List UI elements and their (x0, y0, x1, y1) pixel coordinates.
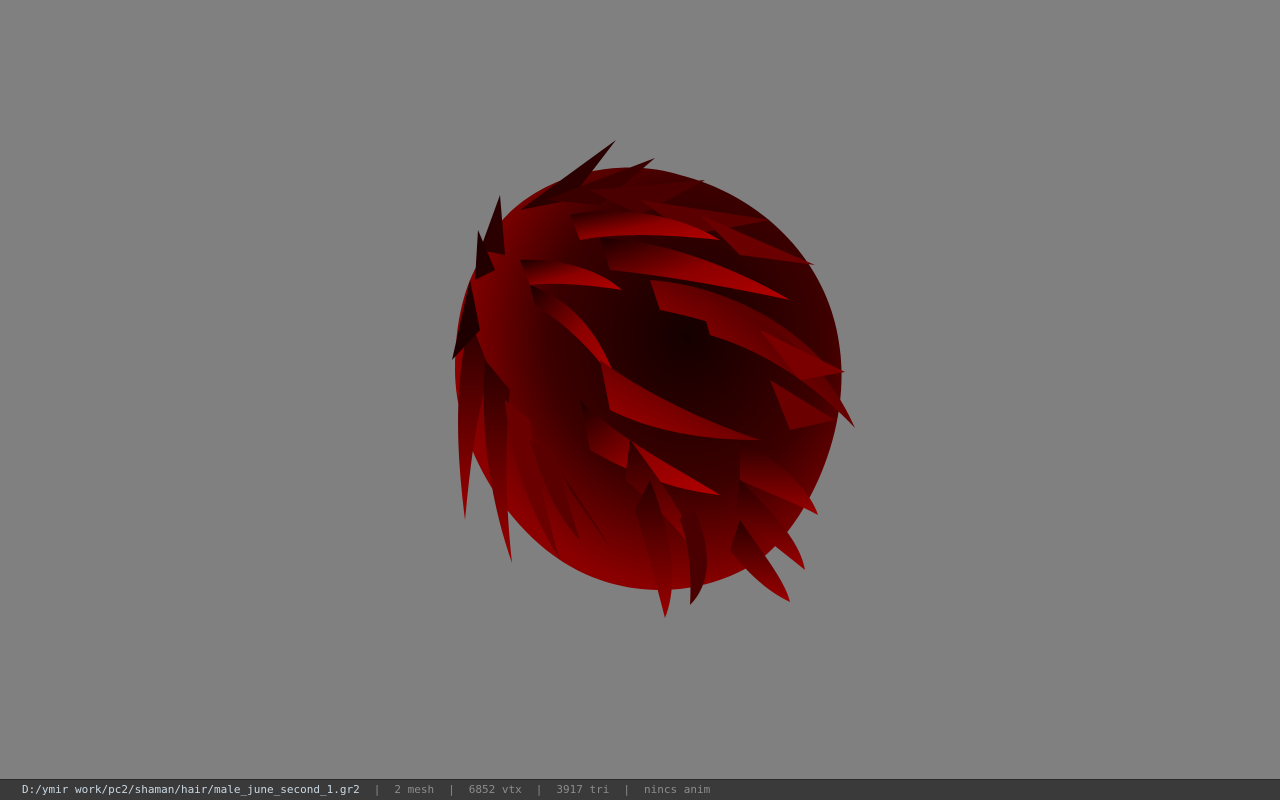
mesh-count: 2 mesh (394, 783, 435, 796)
triangle-count: 3917 tri (556, 783, 610, 796)
hair-model[interactable] (0, 0, 1280, 779)
separator: | (373, 783, 381, 796)
3d-viewport[interactable] (0, 0, 1280, 779)
separator: | (535, 783, 543, 796)
separator: | (448, 783, 455, 796)
vertex-count: 6852 vtx (468, 783, 522, 796)
separator: | (623, 783, 630, 796)
animation-status: nincs anim (643, 783, 711, 796)
status-bar: D:/ymir work/pc2/shaman/hair/male_june_s… (0, 779, 1280, 800)
file-path: D:/ymir work/pc2/shaman/hair/male_june_s… (22, 783, 360, 796)
